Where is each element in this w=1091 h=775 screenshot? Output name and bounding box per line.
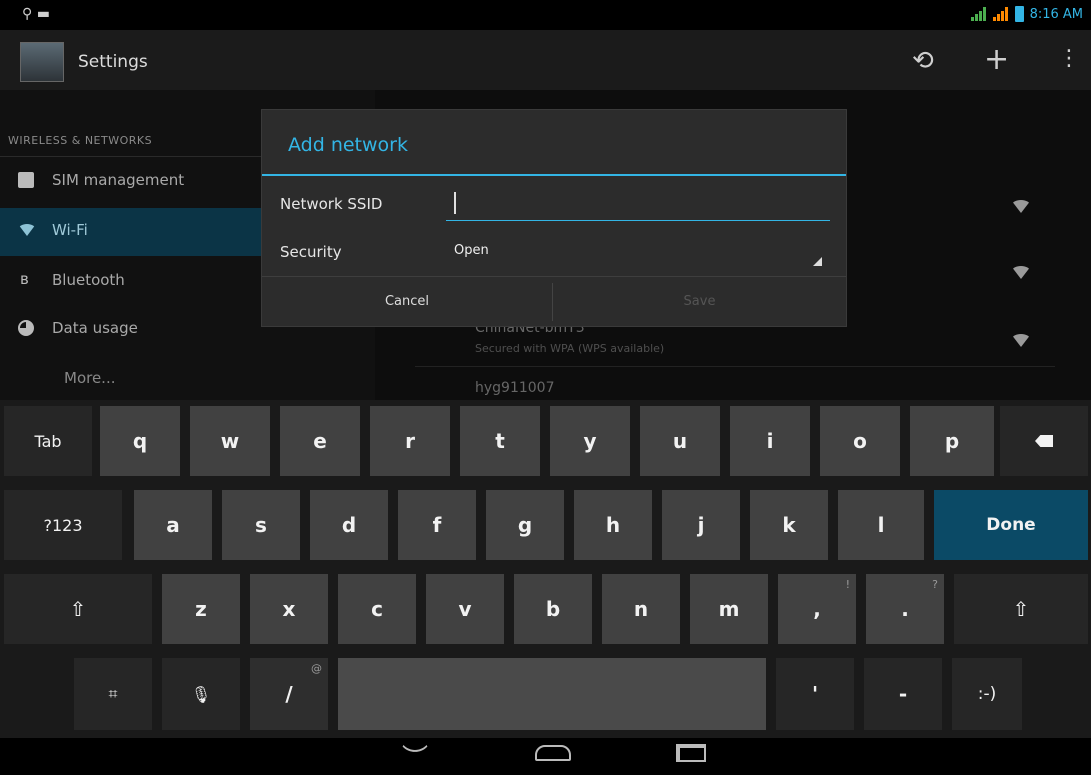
- key-l[interactable]: l: [838, 490, 924, 560]
- key-b[interactable]: b: [514, 574, 592, 644]
- dialog-title: Add network: [288, 134, 408, 156]
- usb-icon: ⚲ ▬: [22, 6, 50, 22]
- battery-icon: [1014, 6, 1024, 22]
- key-shift-right[interactable]: ⇧: [954, 574, 1088, 644]
- key-apostrophe[interactable]: ': [776, 658, 854, 730]
- dialog-button-bar: Cancel Save: [262, 276, 846, 327]
- action-bar: Settings ⟲ + ⋮: [0, 30, 1091, 90]
- key-dash[interactable]: -: [864, 658, 942, 730]
- key-slash[interactable]: / @: [250, 658, 328, 730]
- key-secondary-label: @: [311, 662, 322, 675]
- settings-item-label: Bluetooth: [52, 271, 125, 289]
- key-symbols[interactable]: ?123: [4, 490, 122, 560]
- keyboard-settings-icon: ⌗: [108, 684, 118, 703]
- key-j[interactable]: j: [662, 490, 740, 560]
- key-s[interactable]: s: [222, 490, 300, 560]
- key-d[interactable]: d: [310, 490, 388, 560]
- key-h[interactable]: h: [574, 490, 652, 560]
- key-z[interactable]: z: [162, 574, 240, 644]
- sync-icon[interactable]: ⟲: [912, 46, 934, 76]
- wifi-icon: [18, 224, 36, 240]
- bluetooth-icon: ʙ: [20, 270, 29, 288]
- microphone-icon: 🎙: [190, 684, 212, 704]
- overflow-icon[interactable]: ⋮: [1058, 46, 1080, 71]
- status-bar: ⚲ ▬ 8:16 AM: [0, 0, 1091, 30]
- status-icons: 8:16 AM: [970, 6, 1083, 22]
- key-voice[interactable]: 🎙: [162, 658, 240, 730]
- key-e[interactable]: e: [280, 406, 360, 476]
- dropdown-indicator-icon: [813, 257, 822, 266]
- key-a[interactable]: a: [134, 490, 212, 560]
- key-r[interactable]: r: [370, 406, 450, 476]
- key-shift-left[interactable]: ⇧: [4, 574, 152, 644]
- key-label: /: [285, 682, 293, 706]
- back-icon[interactable]: ︶: [402, 738, 428, 775]
- key-n[interactable]: n: [602, 574, 680, 644]
- key-w[interactable]: w: [190, 406, 270, 476]
- ssid-label: Network SSID: [280, 195, 383, 213]
- network-name[interactable]: hyg911007: [475, 380, 555, 396]
- key-secondary-label: !: [845, 578, 850, 591]
- shift-icon: ⇧: [1012, 597, 1030, 621]
- settings-item-more[interactable]: More...: [0, 356, 375, 404]
- app-title: Settings: [78, 52, 148, 72]
- key-m[interactable]: m: [690, 574, 768, 644]
- settings-item-label: Wi-Fi: [52, 221, 88, 239]
- key-v[interactable]: v: [426, 574, 504, 644]
- soft-keyboard: Tab q w e r t y u i o p ?123 a s d f g h…: [0, 400, 1091, 738]
- key-o[interactable]: o: [820, 406, 900, 476]
- key-u[interactable]: u: [640, 406, 720, 476]
- key-space[interactable]: [338, 658, 766, 730]
- key-q[interactable]: q: [100, 406, 180, 476]
- data-usage-icon: [18, 320, 34, 336]
- navigation-bar: ︶: [0, 738, 1091, 775]
- cancel-button[interactable]: Cancel: [262, 277, 552, 327]
- key-i[interactable]: i: [730, 406, 810, 476]
- security-value: Open: [454, 243, 489, 258]
- key-done[interactable]: Done: [934, 490, 1088, 560]
- shift-icon: ⇧: [69, 597, 87, 621]
- settings-item-label: SIM management: [52, 171, 185, 189]
- save-button[interactable]: Save: [553, 277, 846, 327]
- settings-item-label: Data usage: [52, 319, 138, 337]
- security-label: Security: [280, 243, 342, 261]
- key-smiley[interactable]: :-): [952, 658, 1022, 730]
- key-f[interactable]: f: [398, 490, 476, 560]
- wifi-signal-icon: [1011, 334, 1031, 347]
- key-t[interactable]: t: [460, 406, 540, 476]
- key-settings[interactable]: ⌗: [74, 658, 152, 730]
- sim-icon: [18, 172, 34, 188]
- home-icon[interactable]: [535, 745, 571, 761]
- ssid-input[interactable]: [446, 188, 830, 221]
- key-k[interactable]: k: [750, 490, 828, 560]
- key-comma[interactable]: , !: [778, 574, 856, 644]
- section-header: WIRELESS & NETWORKS: [8, 134, 153, 147]
- text-cursor: [454, 192, 456, 214]
- settings-app-icon[interactable]: [20, 42, 64, 82]
- wifi-signal-icon: [1011, 200, 1031, 213]
- key-g[interactable]: g: [486, 490, 564, 560]
- signal-icon: [970, 7, 987, 21]
- key-backspace[interactable]: [1000, 406, 1088, 476]
- title-divider: [262, 174, 846, 176]
- network-status: Secured with WPA (WPS available): [475, 342, 665, 355]
- key-x[interactable]: x: [250, 574, 328, 644]
- wifi-signal-icon: [1011, 266, 1031, 279]
- add-network-dialog: Add network Network SSID Security Open C…: [262, 110, 846, 326]
- clock: 8:16 AM: [1029, 6, 1083, 22]
- signal-icon-2: [992, 7, 1009, 21]
- key-secondary-label: ?: [932, 578, 938, 591]
- key-p[interactable]: p: [910, 406, 994, 476]
- add-icon[interactable]: +: [984, 42, 1009, 77]
- backspace-icon: [1035, 435, 1053, 447]
- security-select[interactable]: Open: [446, 234, 826, 270]
- key-period[interactable]: . ?: [866, 574, 944, 644]
- key-tab[interactable]: Tab: [4, 406, 92, 476]
- settings-item-label: More...: [64, 369, 116, 387]
- key-c[interactable]: c: [338, 574, 416, 644]
- key-label: .: [901, 597, 909, 621]
- key-label: ,: [813, 597, 821, 621]
- key-y[interactable]: y: [550, 406, 630, 476]
- recents-icon[interactable]: [676, 744, 706, 762]
